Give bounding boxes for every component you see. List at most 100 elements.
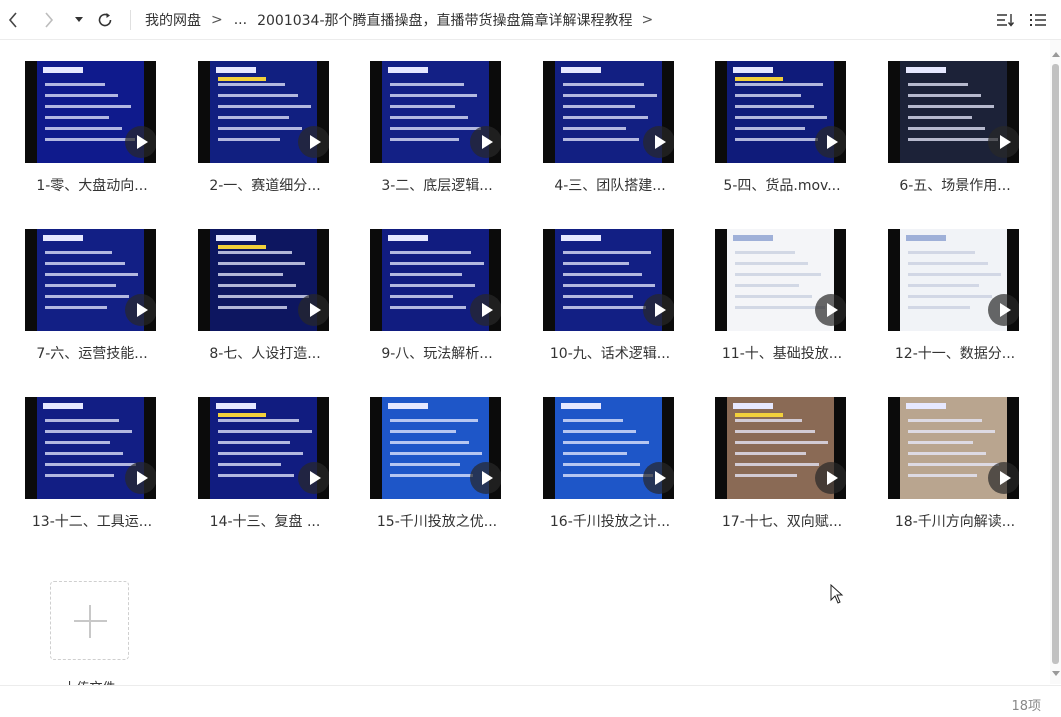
breadcrumb-root[interactable]: 我的网盘 [145,10,201,30]
video-thumbnail[interactable] [715,61,846,163]
play-icon[interactable] [815,126,846,158]
file-tile[interactable]: 18-千川方向解读... [875,376,1025,530]
video-thumbnail[interactable] [25,397,156,499]
play-icon[interactable] [125,126,156,158]
video-thumbnail[interactable] [370,61,501,163]
play-icon[interactable] [988,462,1019,494]
video-thumbnail[interactable] [198,61,329,163]
thumbnail-title-bar [733,67,773,73]
video-thumbnail[interactable] [543,61,674,163]
play-icon[interactable] [125,294,156,326]
file-name: 11-十、基础投放... [721,346,843,362]
file-tile[interactable]: 17-十七、双向赋... [702,376,852,530]
refresh-button[interactable] [94,8,116,32]
thumbnail-text-line [45,127,122,130]
breadcrumb-tail[interactable]: > [642,12,654,28]
thumbnail-text-line [45,116,109,119]
breadcrumb-current[interactable]: 2001034-那个腾直播操盘，直播带货操盘篇章详解课程教程 [257,10,632,30]
thumbnail-text-line [218,116,289,119]
back-button[interactable] [2,8,24,32]
video-thumbnail[interactable] [888,397,1019,499]
file-tile[interactable]: 8-七、人设打造... [185,208,335,362]
video-thumbnail[interactable] [888,229,1019,331]
thumbnail-text-line [735,452,806,455]
sort-button[interactable] [995,8,1017,32]
play-icon[interactable] [988,126,1019,158]
play-icon[interactable] [470,126,501,158]
thumbnail-text-line [908,284,979,287]
file-name: 9-八、玩法解析... [381,346,493,362]
breadcrumb: 我的网盘 > ... 2001034-那个腾直播操盘，直播带货操盘篇章详解课程教… [145,0,653,40]
file-tile[interactable]: 16-千川投放之计... [530,376,680,530]
item-count: 18项 [1011,699,1041,714]
video-thumbnail[interactable] [25,61,156,163]
play-icon[interactable] [298,294,329,326]
thumbnail-text-line [45,284,116,287]
play-icon[interactable] [815,294,846,326]
file-tile[interactable]: 1-零、大盘动向... [12,40,162,194]
thumbnail-text-line [563,273,642,276]
play-icon[interactable] [643,126,674,158]
list-view-button[interactable] [1027,8,1049,32]
video-thumbnail[interactable] [25,229,156,331]
thumbnail-title-bar [216,235,256,241]
play-icon[interactable] [988,294,1019,326]
thumbnail-text-line [390,474,473,477]
thumbnail-text-line [390,273,462,276]
vertical-scrollbar[interactable] [1050,40,1061,684]
file-tile[interactable]: 7-六、运营技能... [12,208,162,362]
video-thumbnail[interactable] [543,229,674,331]
play-icon[interactable] [815,462,846,494]
thumbnail-text-line [390,430,456,433]
file-tile[interactable]: 6-五、场景作用... [875,40,1025,194]
play-icon[interactable] [643,294,674,326]
thumbnail-text-line [390,83,464,86]
video-thumbnail[interactable] [543,397,674,499]
file-tile[interactable]: 4-三、团队搭建... [530,40,680,194]
scroll-thumb[interactable] [1052,64,1059,664]
file-tile[interactable]: 15-千川投放之优... [357,376,507,530]
scroll-up-arrow-icon[interactable] [1052,52,1060,57]
thumbnail-title-bar [216,403,256,409]
thumbnail-text-line [45,463,136,466]
forward-button[interactable] [38,8,60,32]
video-thumbnail[interactable] [888,61,1019,163]
file-tile[interactable]: 5-四、货品.mov... [702,40,852,194]
file-grid: 1-零、大盘动向... 2-一、赛道细分... 3-二、底层逻辑... 4-三、团队搭… [0,40,1050,684]
thumbnail-text-line [390,251,471,254]
video-thumbnail[interactable] [370,229,501,331]
view-tools [995,8,1049,32]
play-icon[interactable] [643,462,674,494]
file-name: 3-二、底层逻辑... [381,178,493,194]
file-tile[interactable]: 11-十、基础投放... [702,208,852,362]
thumbnail-text-line [735,463,819,466]
file-tile[interactable]: 10-九、话术逻辑... [530,208,680,362]
file-tile[interactable]: 12-十一、数据分... [875,208,1025,362]
play-icon[interactable] [470,294,501,326]
play-icon[interactable] [470,462,501,494]
file-tile[interactable]: 9-八、玩法解析... [357,208,507,362]
scroll-down-arrow-icon[interactable] [1052,671,1060,676]
breadcrumb-ellipsis[interactable]: ... [234,12,247,28]
thumbnail-text-line [908,94,981,97]
file-tile[interactable]: 14-十三、复盘 ... [185,376,335,530]
thumbnail-text-line [390,94,477,97]
file-tile[interactable]: 3-二、底层逻辑... [357,40,507,194]
play-icon[interactable] [125,462,156,494]
video-thumbnail[interactable] [715,229,846,331]
play-icon[interactable] [298,126,329,158]
file-tile[interactable]: 13-十二、工具运... [12,376,162,530]
video-thumbnail[interactable] [198,397,329,499]
video-thumbnail[interactable] [715,397,846,499]
thumbnail-text-line [563,441,649,444]
thumbnail-text-line [735,419,802,422]
mouse-cursor-icon [830,584,844,604]
video-thumbnail[interactable] [198,229,329,331]
file-tile[interactable]: 2-一、赛道细分... [185,40,335,194]
history-dropdown-button[interactable] [68,8,90,32]
thumbnail-text-line [390,105,455,108]
video-thumbnail[interactable] [370,397,501,499]
play-icon[interactable] [298,462,329,494]
upload-file-button[interactable] [50,581,129,660]
thumbnail-text-line [908,105,994,108]
